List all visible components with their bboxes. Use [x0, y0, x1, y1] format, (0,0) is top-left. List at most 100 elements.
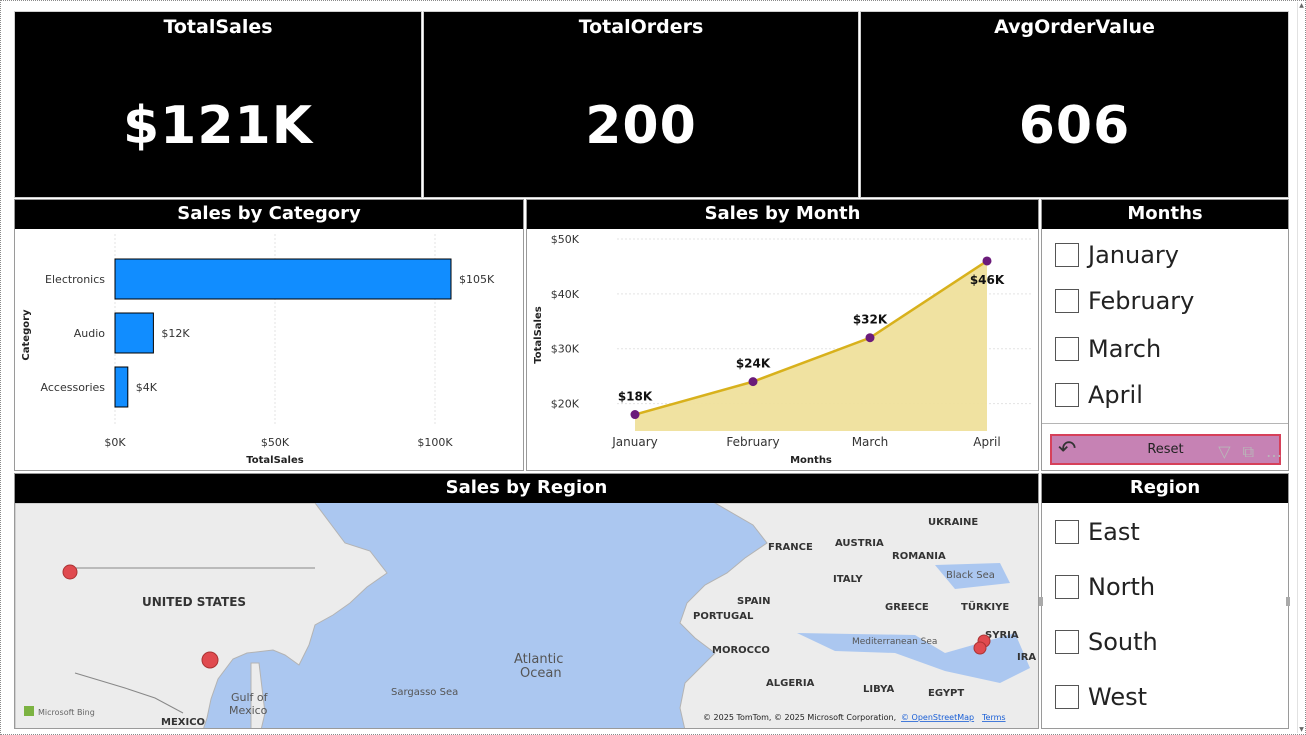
map-canvas[interactable]: UNITED STATES MEXICO Gulf of Mexico Atla…	[15, 503, 1039, 729]
kpi-title: TotalOrders	[578, 16, 704, 38]
slicer-title: Region	[1042, 474, 1288, 503]
x-tick-label: $100K	[417, 436, 453, 449]
map-label-france: FRANCE	[768, 542, 813, 553]
slicer-item-february[interactable]: February	[1055, 286, 1194, 316]
slicer-item-april[interactable]: April	[1055, 380, 1143, 410]
category-label: Accessories	[41, 381, 106, 394]
slicer-item-label: April	[1088, 381, 1143, 409]
y-tick-label: $30K	[551, 343, 580, 356]
map-label-mexico: MEXICO	[161, 717, 205, 728]
y-tick-label: $20K	[551, 398, 580, 411]
x-tick-label: January	[611, 435, 658, 449]
map-label-ira: IRA	[1017, 652, 1036, 663]
focus-mode-icon[interactable]: ⧉	[1243, 442, 1254, 462]
x-axis-title: Months	[790, 455, 832, 466]
slicer-item-east[interactable]: East	[1055, 517, 1140, 547]
y-axis-title: Category	[21, 309, 32, 361]
map-label-spain: SPAIN	[737, 596, 770, 607]
kpi-card-avg-order-value[interactable]: AvgOrderValue 606	[860, 11, 1289, 198]
slicer-item-label: March	[1088, 335, 1162, 363]
data-label: $32K	[853, 313, 888, 327]
category-bar-chart-plot: $0K $50K $100K Electronics $105K Audio $12K Acc…	[21, 234, 495, 466]
region-bubble[interactable]	[973, 641, 987, 655]
map-label-italy: ITALY	[833, 574, 863, 585]
category-label: Audio	[74, 327, 106, 340]
bar	[114, 258, 452, 300]
slicer-item-march[interactable]: March	[1055, 334, 1161, 364]
months-slicer[interactable]: Months January February March April ↶ Re…	[1041, 199, 1289, 471]
map-label-romania: ROMANIA	[892, 551, 946, 562]
kpi-value: $121K	[122, 96, 314, 156]
checkbox[interactable]	[1055, 337, 1079, 361]
slicer-item-south[interactable]: South	[1055, 627, 1158, 657]
map-label-austria: AUSTRIA	[835, 538, 884, 549]
map-label-libya: LIBYA	[863, 684, 894, 695]
kpi-value: 200	[585, 96, 697, 156]
map-label-black-sea: Black Sea	[946, 570, 995, 581]
kpi-value: 606	[1018, 96, 1131, 156]
bing-logo-text: Microsoft Bing	[38, 708, 95, 717]
y-tick-label: $40K	[551, 288, 580, 301]
month-area-chart-plot: $20K $30K $40K $50K $18K January $24K February $…	[533, 233, 1032, 466]
map-label-turkiye: TÜRKIYE	[961, 599, 1009, 613]
checkbox[interactable]	[1055, 520, 1079, 544]
map-label-ukraine: UKRAINE	[928, 517, 978, 528]
chart-title: Sales by Region	[15, 474, 1038, 503]
slicer-item-north[interactable]: North	[1055, 572, 1155, 602]
data-label: $4K	[136, 381, 158, 394]
region-bubble[interactable]	[201, 651, 219, 669]
openstreetmap-link[interactable]: © OpenStreetMap	[901, 713, 974, 722]
resize-handle[interactable]	[1039, 597, 1043, 606]
map-label-portugal: PORTUGAL	[693, 611, 754, 622]
kpi-title: AvgOrderValue	[994, 16, 1155, 38]
chart-title: Sales by Month	[527, 200, 1038, 229]
checkbox[interactable]	[1055, 685, 1079, 709]
map-label-atlantic: Atlantic	[514, 652, 563, 667]
y-axis-title: TotalSales	[533, 306, 544, 363]
checkbox[interactable]	[1055, 289, 1079, 313]
map-label-ocean: Ocean	[520, 666, 562, 681]
vertical-scrollbar[interactable]: ▲ ▼	[1297, 2, 1304, 733]
map-label-united-states: UNITED STATES	[142, 595, 246, 609]
more-options-icon[interactable]: …	[1266, 442, 1282, 462]
map-label-mediterranean: Mediterranean Sea	[852, 637, 937, 647]
terms-link[interactable]: Terms	[981, 713, 1006, 722]
data-label: $12K	[161, 327, 190, 340]
slicer-item-label: January	[1088, 241, 1179, 269]
region-bubble[interactable]	[62, 564, 78, 580]
bing-logo-icon	[24, 706, 34, 716]
checkbox[interactable]	[1055, 630, 1079, 654]
data-label: $18K	[618, 390, 653, 404]
x-tick-label: $0K	[104, 436, 126, 449]
sales-by-month-chart[interactable]: Sales by Month $20K $30K $40K $50K $18K Janua…	[526, 199, 1039, 471]
filter-icon[interactable]: ▽	[1218, 442, 1230, 462]
map-attribution: © 2025 TomTom, © 2025 Microsoft Corporat…	[703, 713, 896, 722]
x-tick-label: February	[726, 435, 779, 449]
chart-title: Sales by Category	[15, 200, 523, 229]
scroll-down-arrow-icon[interactable]: ▼	[1298, 726, 1305, 733]
slicer-item-january[interactable]: January	[1055, 240, 1179, 270]
kpi-card-total-orders[interactable]: TotalOrders 200	[423, 11, 859, 198]
sales-by-category-chart[interactable]: Sales by Category $0K $50K $100K Electronic…	[14, 199, 524, 471]
scroll-up-arrow-icon[interactable]: ▲	[1298, 2, 1305, 9]
data-point	[630, 410, 640, 420]
x-tick-label: $50K	[261, 436, 290, 449]
y-tick-label: $50K	[551, 233, 580, 246]
sales-by-region-map[interactable]: Sales by Region UNITED STATES MEXICO Gul…	[14, 473, 1039, 729]
slicer-item-label: West	[1088, 683, 1148, 711]
slicer-item-west[interactable]: West	[1055, 682, 1147, 712]
region-slicer[interactable]: Region East North South West	[1041, 473, 1289, 729]
checkbox[interactable]	[1055, 575, 1079, 599]
data-label: $105K	[459, 273, 495, 286]
map-label-greece: GREECE	[885, 602, 929, 613]
slicer-item-label: February	[1088, 287, 1195, 315]
map-label-sargasso: Sargasso Sea	[391, 687, 458, 698]
kpi-card-total-sales[interactable]: TotalSales $121K	[14, 11, 422, 198]
resize-handle[interactable]	[1286, 597, 1290, 606]
map-label-morocco: MOROCCO	[712, 645, 770, 656]
checkbox[interactable]	[1055, 383, 1079, 407]
checkbox[interactable]	[1055, 243, 1079, 267]
slicer-title: Months	[1042, 200, 1288, 229]
kpi-title: TotalSales	[163, 16, 273, 38]
map-label-egypt: EGYPT	[928, 688, 964, 699]
